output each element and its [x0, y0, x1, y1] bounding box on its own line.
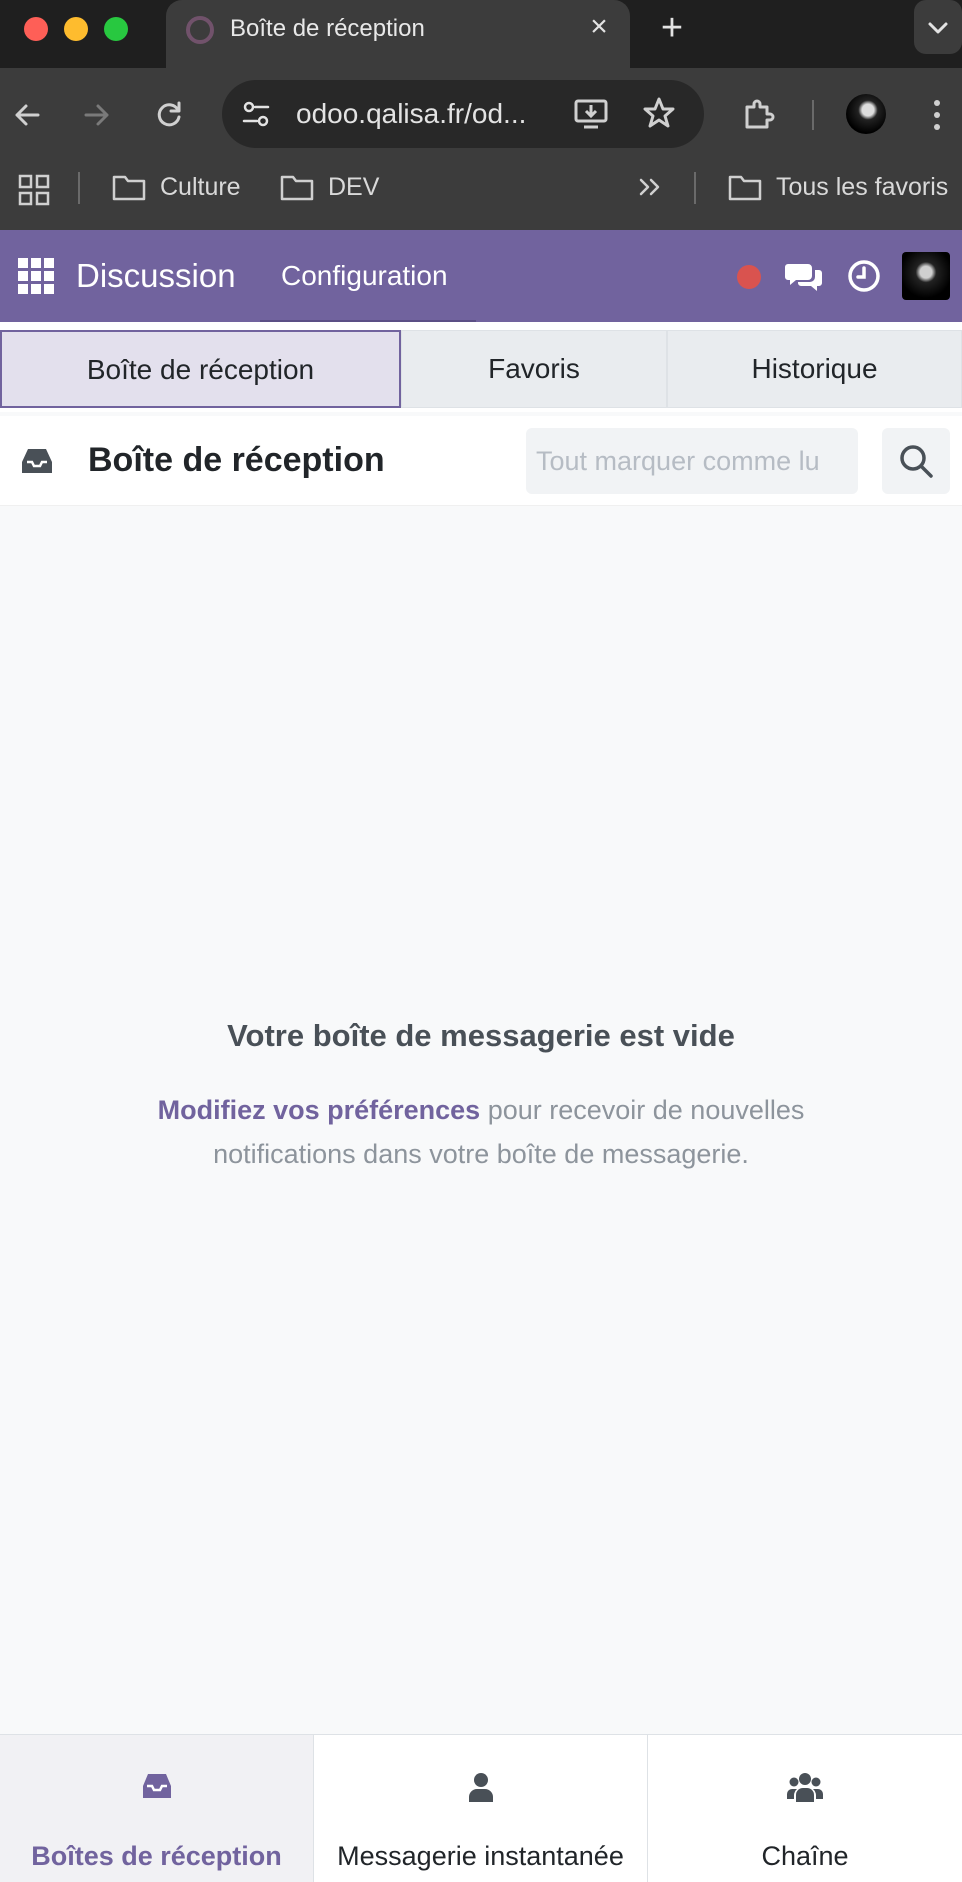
activities-button[interactable]: [842, 254, 886, 298]
tab-inbox[interactable]: Boîte de réception: [0, 330, 401, 408]
bookmark-star-icon[interactable]: [642, 96, 676, 135]
odoo-favicon-icon: [186, 16, 214, 44]
bookmark-label: Culture: [160, 173, 241, 201]
bookmarks-divider: [78, 172, 80, 204]
empty-state-text: Modifiez vos préférences pour recevoir d…: [120, 1088, 842, 1176]
tab-search-button[interactable]: [914, 0, 962, 54]
users-icon: [648, 1771, 962, 1807]
folder-icon: [112, 175, 146, 201]
back-button[interactable]: [4, 92, 50, 138]
arrow-right-icon: [84, 104, 109, 126]
bookmark-label: DEV: [328, 173, 380, 201]
address-bar[interactable]: odoo.qalisa.fr/od...: [222, 80, 704, 148]
browser-tab-bar: Boîte de réception × +: [0, 0, 962, 68]
tab-starred[interactable]: Favoris: [401, 330, 667, 408]
browser-tab[interactable]: Boîte de réception ×: [166, 0, 630, 68]
bottom-nav-chat[interactable]: Messagerie instantanée: [314, 1735, 648, 1882]
thread-title: Boîte de réception: [88, 441, 385, 479]
install-app-icon[interactable]: [574, 98, 608, 135]
arrow-left-icon: [15, 104, 40, 126]
forward-button[interactable]: [74, 92, 120, 138]
reload-button[interactable]: [146, 92, 192, 138]
app-menu-icon[interactable]: [18, 258, 54, 294]
bookmark-folder-dev[interactable]: DEV: [280, 170, 379, 204]
bottom-nav-channels[interactable]: Chaîne: [648, 1735, 962, 1882]
bottom-navigation: Boîtes de réception Messagerie instantan…: [0, 1734, 962, 1882]
bottom-nav-inboxes[interactable]: Boîtes de réception: [0, 1735, 314, 1882]
browser-tab-title: Boîte de réception: [230, 15, 425, 42]
bookmark-folder-culture[interactable]: Culture: [112, 170, 241, 204]
window-close-button[interactable]: [24, 17, 48, 41]
all-bookmarks-folder[interactable]: Tous les favoris: [728, 170, 948, 204]
search-icon: [900, 445, 933, 478]
empty-state-title: Votre boîte de messagerie est vide: [227, 1018, 735, 1053]
window-minimize-button[interactable]: [64, 17, 88, 41]
mark-all-read-button[interactable]: Tout marquer comme lu: [526, 428, 858, 494]
messaging-menu-button[interactable]: [782, 254, 826, 298]
toolbar-divider: [812, 100, 814, 130]
inbox-icon: [20, 444, 54, 483]
tab-close-icon[interactable]: ×: [582, 10, 616, 44]
double-chevron-icon: [639, 178, 660, 196]
browser-menu-button[interactable]: [914, 92, 960, 138]
reload-icon: [157, 101, 181, 127]
window-zoom-button[interactable]: [104, 17, 128, 41]
user-icon: [314, 1771, 647, 1807]
thread-header: Boîte de réception Tout marquer comme lu: [0, 416, 962, 506]
clock-icon: [848, 260, 880, 292]
tab-history[interactable]: Historique: [667, 330, 962, 408]
profile-avatar[interactable]: [846, 94, 886, 134]
apps-grid-icon[interactable]: [18, 174, 50, 206]
discuss-tabs: Boîte de réception Favoris Historique: [0, 322, 962, 412]
presence-status-indicator[interactable]: [737, 265, 761, 289]
bottom-nav-label: Boîtes de réception: [31, 1841, 282, 1871]
bottom-nav-label: Messagerie instantanée: [337, 1841, 624, 1871]
tune-icon[interactable]: [240, 98, 272, 135]
more-bookmarks-button[interactable]: [636, 170, 664, 204]
menu-configuration[interactable]: Configuration: [281, 258, 448, 294]
new-tab-button[interactable]: +: [652, 8, 692, 48]
inbox-icon: [0, 1771, 313, 1807]
folder-icon: [728, 175, 762, 201]
url-text[interactable]: odoo.qalisa.fr/od...: [296, 98, 576, 130]
search-button[interactable]: [882, 428, 950, 494]
all-bookmarks-label: Tous les favoris: [776, 173, 949, 201]
folder-icon: [280, 175, 314, 201]
user-avatar[interactable]: [902, 252, 950, 300]
bottom-nav-label: Chaîne: [761, 1841, 849, 1871]
extensions-button[interactable]: [736, 92, 782, 138]
preferences-link[interactable]: Modifiez vos préférences: [158, 1095, 481, 1125]
kebab-menu-icon: [934, 100, 940, 130]
browser-toolbar: odoo.qalisa.fr/od...: [0, 68, 962, 160]
comments-icon: [785, 264, 822, 291]
puzzle-icon: [745, 99, 775, 129]
app-name[interactable]: Discussion: [76, 256, 236, 296]
bookmarks-divider: [694, 172, 696, 204]
